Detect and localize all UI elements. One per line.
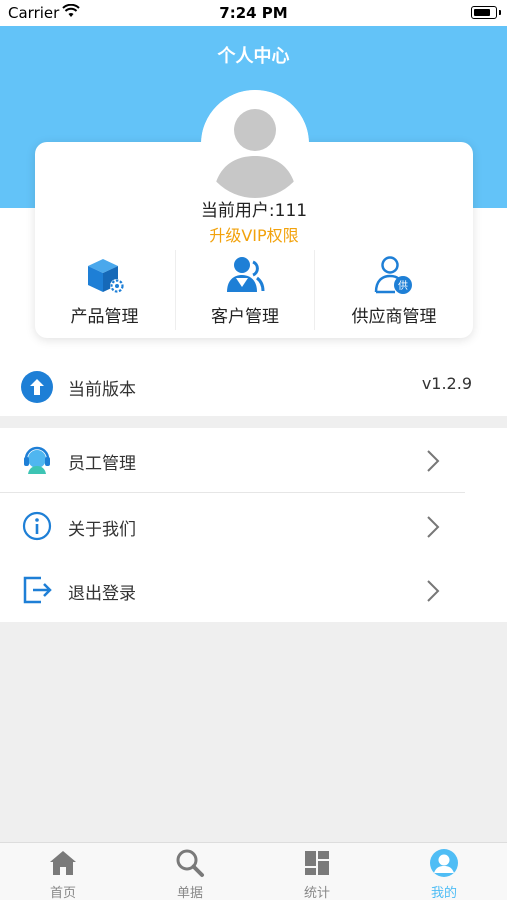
quick-action-label: 产品管理 [70, 307, 139, 327]
quick-action-customers[interactable]: 客户管理 [175, 250, 314, 330]
tab-label: 单据 [176, 886, 203, 900]
tab-bar: 首页 单据 统计 我的 [0, 842, 507, 900]
menu-item-label: 退出登录 [68, 584, 136, 604]
tab-label: 统计 [303, 886, 330, 900]
search-icon [176, 849, 204, 877]
supplier-icon: 供 [374, 256, 412, 294]
logout-icon [23, 576, 52, 604]
clock: 7:24 PM [219, 4, 288, 22]
upgrade-vip-link[interactable]: 升级VIP权限 [35, 222, 473, 246]
menu-item-label: 员工管理 [68, 454, 136, 474]
divider [0, 492, 465, 493]
tab-label: 我的 [430, 886, 457, 900]
chevron-right-icon [427, 580, 440, 602]
avatar-placeholder-icon [201, 90, 309, 198]
info-icon [22, 511, 52, 541]
svg-text:供: 供 [398, 279, 408, 292]
tab-home[interactable]: 首页 [0, 843, 126, 900]
customers-icon [227, 257, 265, 292]
menu-item-logout[interactable]: 退出登录 [0, 558, 507, 622]
quick-action-products[interactable]: 产品管理 [35, 250, 174, 330]
quick-action-label: 供应商管理 [351, 307, 437, 327]
profile-icon [430, 849, 458, 877]
battery-icon [471, 6, 501, 19]
menu-item-label: 关于我们 [68, 520, 136, 540]
menu-list: 员工管理 关于我们 退出登录 [0, 428, 507, 622]
quick-action-label: 客户管理 [211, 307, 279, 327]
chevron-right-icon [427, 516, 440, 538]
version-value: v1.2.9 [421, 374, 472, 393]
chevron-right-icon [427, 450, 440, 472]
version-row: 当前版本 v1.2.9 [0, 358, 507, 416]
product-box-icon [87, 259, 124, 293]
quick-action-suppliers[interactable]: 供 供应商管理 [314, 250, 473, 330]
home-icon [50, 851, 76, 875]
tab-mine[interactable]: 我的 [381, 843, 507, 900]
stats-icon [305, 851, 329, 875]
menu-item-staff[interactable]: 员工管理 [0, 428, 507, 492]
tab-statistics[interactable]: 统计 [254, 843, 380, 900]
status-bar: Carrier 7:24 PM [0, 0, 507, 26]
current-user-text: 当前用户:111 [200, 201, 308, 221]
tab-documents[interactable]: 单据 [127, 843, 253, 900]
version-label: 当前版本 [68, 380, 136, 400]
menu-item-about[interactable]: 关于我们 [0, 494, 507, 558]
tab-label: 首页 [49, 886, 76, 900]
avatar[interactable] [201, 90, 309, 198]
page-title: 个人中心 [217, 46, 290, 67]
upload-arrow-icon [21, 371, 53, 403]
staff-headset-icon [24, 446, 50, 474]
